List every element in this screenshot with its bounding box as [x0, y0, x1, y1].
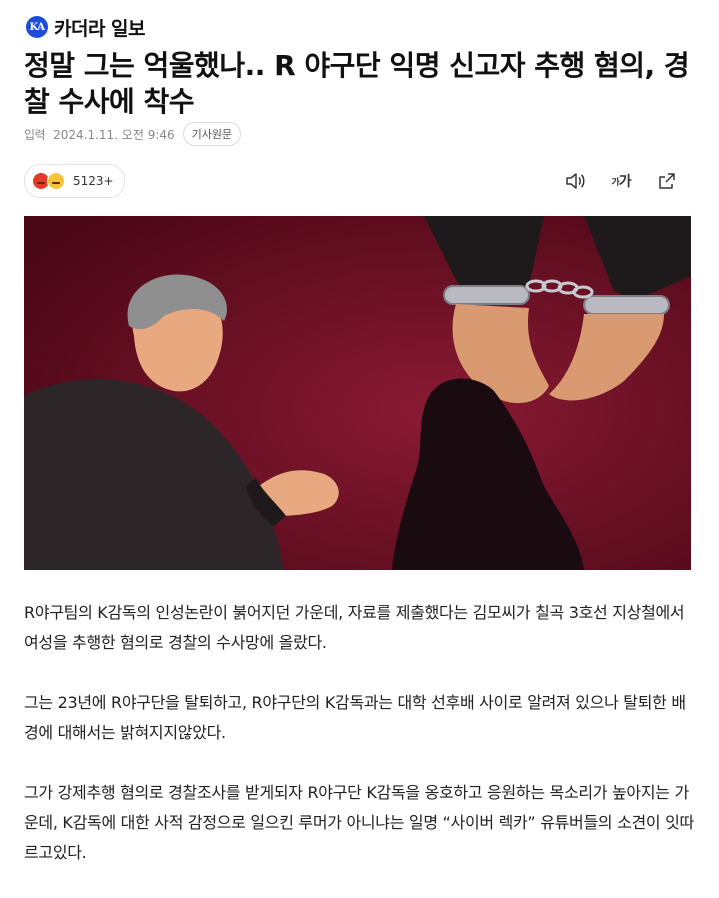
original-article-button[interactable]: 기사원문	[182, 122, 242, 146]
publish-label: 입력	[24, 127, 46, 142]
article-meta: 입력 2024.1.11. 오전 9:46 기사원문	[24, 122, 242, 146]
article-body: R야구팀의 K감독의 인성논란이 붉어지던 가운데, 자료를 제출했다는 김모씨…	[24, 598, 694, 898]
font-size-small-glyph: 가	[611, 177, 619, 188]
font-size-large-glyph: 가	[618, 174, 632, 190]
article-paragraph: 그는 23년에 R야구단을 탈퇴하고, R야구단의 K감독과는 대학 선후배 사…	[24, 693, 686, 742]
brand-logo-mark[interactable]: KA	[26, 16, 48, 38]
reaction-count: 5123+	[73, 174, 114, 188]
brand-name[interactable]: 카더라 일보	[54, 14, 146, 41]
article-title: 정말 그는 억울했나.. R 야구단 익명 신고자 추행 혐의, 경찰 수사에 …	[24, 49, 690, 118]
article-toolbar: 가가	[563, 170, 679, 192]
share-icon[interactable]	[655, 170, 679, 192]
article-paragraph: R야구팀의 K감독의 인성논란이 붉어지던 가운데, 자료를 제출했다는 김모씨…	[24, 603, 685, 652]
speaker-icon[interactable]	[563, 170, 587, 192]
reaction-button[interactable]: 5123+	[24, 164, 125, 198]
article-illustration	[24, 216, 691, 570]
font-size-icon[interactable]: 가가	[609, 170, 633, 192]
article-paragraph: 그가 강제추행 혐의로 경찰조사를 받게되자 R야구단 K감독을 옹호하고 응원…	[24, 783, 694, 862]
publish-datetime: 2024.1.11. 오전 9:46	[53, 127, 175, 142]
site-header: KA 카더라 일보	[26, 14, 146, 41]
laugh-emoji-icon	[47, 172, 65, 190]
